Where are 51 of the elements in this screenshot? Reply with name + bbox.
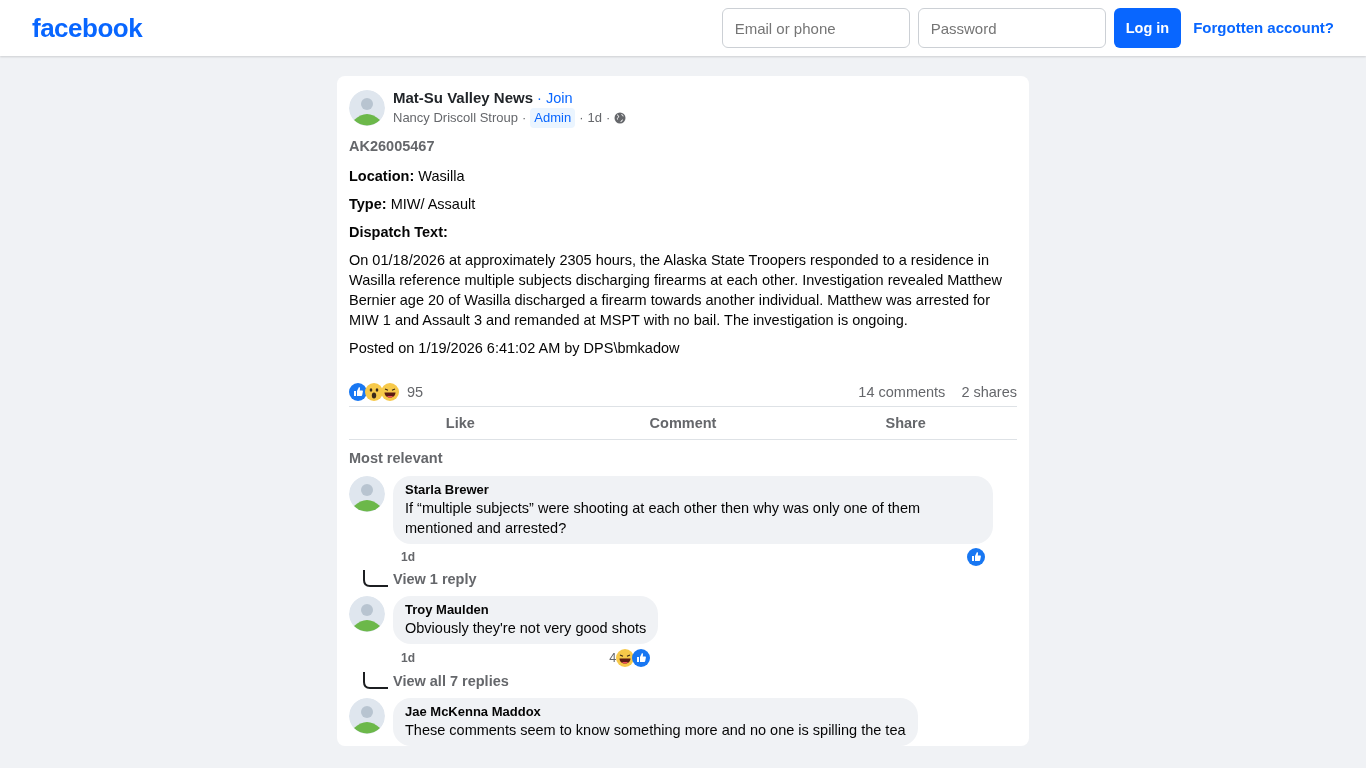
password-field[interactable]: Password — [917, 8, 1106, 48]
comment-time: 1d — [401, 650, 415, 666]
commenter-name[interactable]: Troy Maulden — [405, 602, 647, 618]
commenter-name[interactable]: Starla Brewer — [405, 482, 981, 498]
like-button[interactable]: Like — [349, 407, 572, 439]
reaction-count: 95 — [407, 383, 424, 402]
comment-text: These comments seem to know something more and no one is spilling the tea — [405, 721, 906, 740]
comment-time: 1d — [401, 549, 415, 565]
post-time: 1d — [587, 109, 602, 127]
separator-dot: · — [537, 90, 542, 106]
group-avatar — [349, 90, 385, 126]
field-text: Location: Wasilla — [349, 167, 466, 186]
shares-count-link[interactable]: 2 shares — [961, 382, 1017, 402]
like-reaction-icon — [967, 548, 985, 566]
view-replies-link[interactable]: View 1 reply — [393, 570, 477, 588]
like-reaction-icon — [632, 649, 651, 667]
email-field[interactable]: Email or phone — [721, 8, 910, 48]
field-text: Type: MIW/ Assault — [349, 195, 477, 214]
comment-button[interactable]: Comment — [571, 407, 795, 439]
reply-connector-line — [363, 570, 389, 588]
join-link[interactable]: Join — [545, 90, 573, 106]
comment-text: If “multiple subjects” were shooting at each other then why was only one of them mentioned and arrested? — [405, 499, 922, 538]
separator-dot: · — [522, 109, 527, 127]
commenter-avatar — [349, 596, 385, 632]
field-text: Dispatch Text: — [349, 223, 449, 242]
commenter-avatar — [349, 476, 385, 512]
facebook-logo[interactable]: facebook — [32, 18, 143, 38]
admin-badge: Admin — [530, 108, 576, 128]
share-button[interactable]: Share — [794, 407, 1017, 439]
author-name: Nancy Driscoll Stroup — [393, 109, 518, 127]
forgotten-account-link[interactable]: Forgotten account? — [1193, 18, 1334, 38]
comments-count-link[interactable]: 14 comments — [858, 382, 946, 402]
login-button[interactable]: Log in — [1113, 8, 1182, 48]
comment-text: Obviously they're not very good shots — [405, 619, 647, 638]
comment-reaction-count: 4 — [609, 650, 617, 667]
separator-dot: · — [579, 109, 584, 127]
reply-connector-line — [363, 672, 389, 690]
like-reaction-icon — [349, 383, 367, 401]
haha-reaction-icon — [616, 649, 635, 667]
case-number: AK26005467 — [349, 137, 436, 156]
wow-reaction-icon — [365, 383, 383, 401]
haha-reaction-icon — [381, 383, 399, 401]
view-replies-link[interactable]: View all 7 replies — [393, 672, 509, 690]
globe-icon — [614, 112, 627, 124]
post-text: On 01/18/2026 at approximately 2305 hours, the Alaska State Troopers responded to a residence in Wasilla reference multiple subjects discharging firearms at each other. Investigation revealed Matthew Bernier age 20 of Wasilla discharged a firearm towards another individual. Matthew was arrested for MIW 1 and Assault 3 and remanded at MSPT with no bail. The investigation is ongoing. — [349, 251, 1004, 330]
separator-dot: · — [606, 109, 611, 127]
commenter-name[interactable]: Jae McKenna Maddox — [405, 704, 906, 720]
commenter-avatar — [349, 698, 385, 734]
post-text: Posted on 1/19/2026 6:41:02 AM by DPS\bmkadow — [349, 339, 681, 358]
sort-label[interactable]: Most relevant — [349, 448, 1017, 468]
group-name-link[interactable]: Mat-Su Valley News — [393, 89, 534, 106]
